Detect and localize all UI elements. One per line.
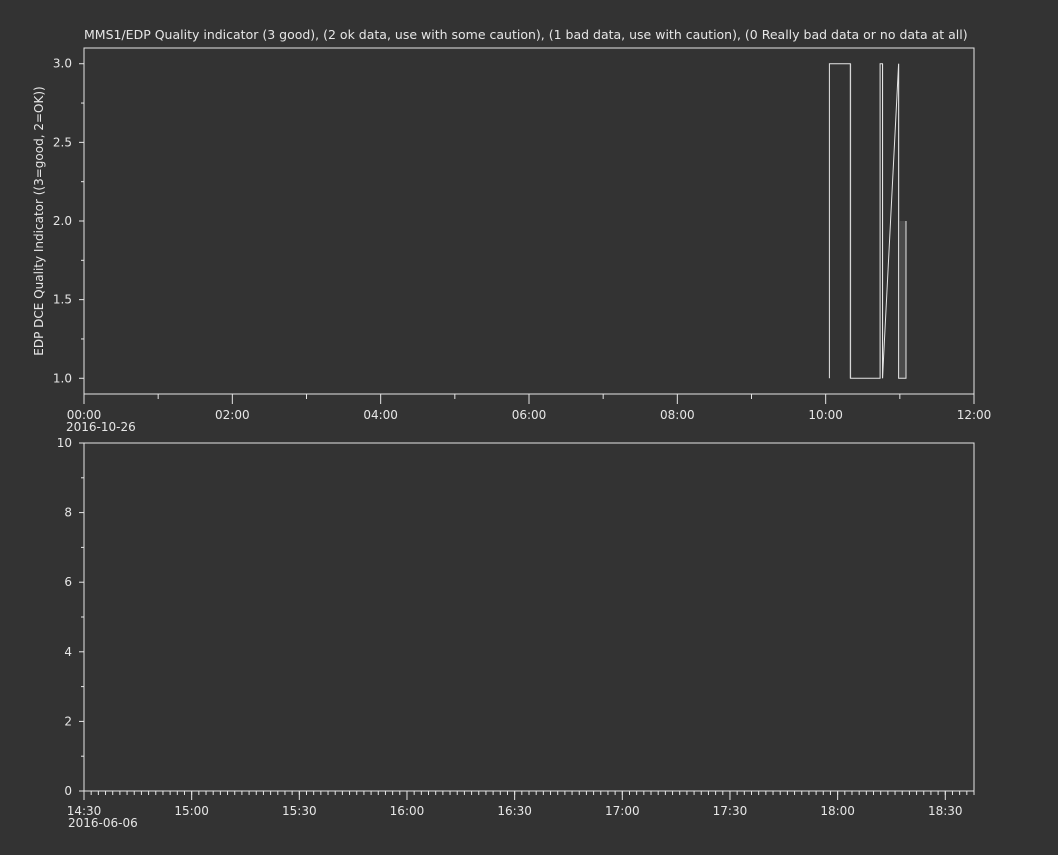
x-tick-label: 17:30 [713, 804, 748, 818]
y-tick-label: 2.0 [53, 214, 72, 228]
y-axis-label: EDP DCE Quality Indicator ((3=good, 2=OK… [32, 86, 46, 355]
y-tick-label: 2 [64, 714, 72, 728]
empty-time-panel: 2016-06-06 0246810 14:30 15:00 15:30 16:00 1… [57, 436, 975, 830]
y-tick-label: 3.0 [53, 57, 72, 71]
y-axis-ticks: 1.0 1.5 2.0 2.5 3.0 [53, 57, 84, 385]
y-tick-label: 2.5 [53, 135, 72, 149]
plot-area-frame [83, 47, 975, 395]
x-tick-label: 12:00 [957, 408, 992, 422]
x-tick-label: 10:00 [808, 408, 843, 422]
x-tick-label: 08:00 [660, 408, 695, 422]
x-axis-ticks: 00:00 02:00 04:00 06:00 08:00 10:00 12:00 [67, 394, 992, 422]
x-tick-label: 04:00 [363, 408, 398, 422]
x-tick-label: 17:00 [605, 804, 640, 818]
y-tick-label: 10 [57, 436, 72, 450]
y-tick-label: 6 [64, 575, 72, 589]
x-axis-ticks: 14:30 15:00 15:30 16:00 16:30 17:00 17:30 18:00… [67, 791, 975, 818]
figure-canvas: MMS1/EDP Quality indicator (3 good), (2 … [32, 27, 991, 830]
x-tick-label: 18:30 [928, 804, 963, 818]
x-tick-label: 15:00 [174, 804, 209, 818]
y-tick-label: 8 [64, 506, 72, 520]
plot-area-frame [83, 442, 975, 792]
x-date-label: 2016-06-06 [68, 816, 138, 830]
x-date-label: 2016-10-26 [66, 420, 136, 434]
y-tick-label: 1.0 [53, 371, 72, 385]
y-axis-ticks: 0 2 4 6 8 10 [57, 436, 84, 798]
quality-indicator-panel: MMS1/EDP Quality indicator (3 good), (2 … [32, 27, 991, 434]
figure: MMS1/EDP Quality indicator (3 good), (2 … [0, 0, 1058, 851]
chart-title: MMS1/EDP Quality indicator (3 good), (2 … [84, 27, 968, 42]
quality-series-line [828, 63, 907, 379]
y-tick-label: 1.5 [53, 293, 72, 307]
x-tick-label: 06:00 [512, 408, 547, 422]
x-tick-label: 16:00 [390, 804, 425, 818]
data-layer [828, 63, 907, 379]
x-tick-label: 00:00 [67, 408, 102, 422]
x-tick-label: 14:30 [67, 804, 102, 818]
x-tick-label: 15:30 [282, 804, 317, 818]
y-tick-label: 0 [64, 784, 72, 798]
x-tick-label: 18:00 [820, 804, 855, 818]
x-tick-label: 02:00 [215, 408, 250, 422]
x-tick-label: 16:30 [497, 804, 532, 818]
y-tick-label: 4 [64, 645, 72, 659]
